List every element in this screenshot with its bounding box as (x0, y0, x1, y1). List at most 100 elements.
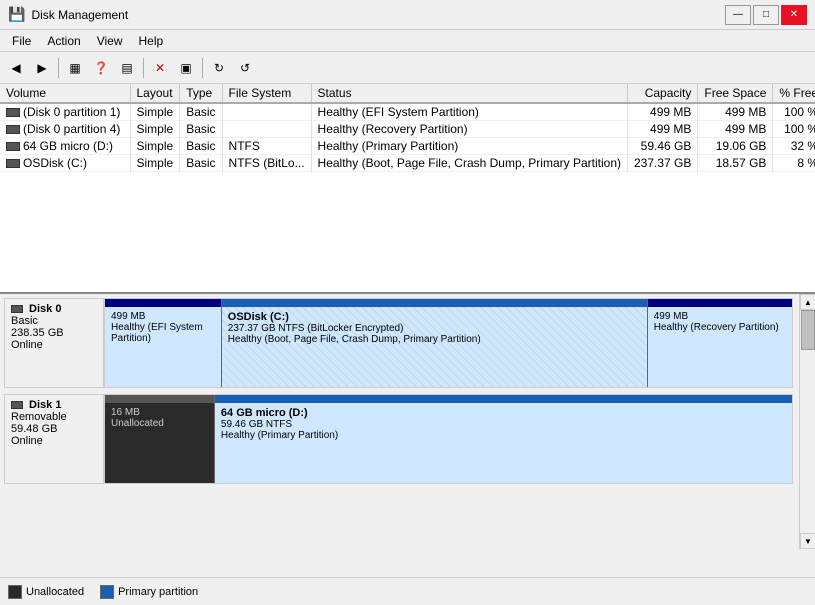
disk-size: 59.48 GB (11, 423, 97, 435)
partition-description: Healthy (Boot, Page File, Crash Dump, Pr… (228, 334, 641, 345)
disk-name: Disk 0 (11, 303, 97, 315)
cell-freespace: 499 MB (698, 103, 773, 121)
format-button[interactable]: ▣ (174, 56, 198, 80)
cell-status: Healthy (Recovery Partition) (311, 121, 627, 138)
table-header-row: Volume Layout Type File System Status Ca… (0, 84, 815, 103)
disk-name: Disk 1 (11, 399, 97, 411)
rescan-button[interactable]: ↺ (233, 56, 257, 80)
table-row[interactable]: (Disk 0 partition 1) Simple Basic Health… (0, 103, 815, 121)
legend-primary-label: Primary partition (118, 586, 198, 598)
cell-percentfree: 32 % (773, 138, 815, 155)
scroll-thumb[interactable] (801, 310, 815, 350)
cell-layout: Simple (130, 121, 180, 138)
table-row[interactable]: 64 GB micro (D:) Simple Basic NTFS Healt… (0, 138, 815, 155)
disk-status: Online (11, 435, 97, 447)
partition-1-0[interactable]: 16 MBUnallocated (105, 395, 215, 483)
cell-freespace: 499 MB (698, 121, 773, 138)
help-button[interactable]: ❓ (89, 56, 113, 80)
volume-table-area[interactable]: Volume Layout Type File System Status Ca… (0, 84, 815, 294)
cell-capacity: 499 MB (628, 121, 698, 138)
delete-button[interactable]: ✕ (148, 56, 172, 80)
disk-partitions-1: 16 MBUnallocated64 GB micro (D:)59.46 GB… (104, 394, 793, 484)
partition-description: Healthy (EFI System Partition) (111, 322, 215, 344)
partition-description: Healthy (Primary Partition) (221, 430, 786, 441)
partition-header-bar (222, 299, 647, 307)
partition-0-0[interactable]: 499 MBHealthy (EFI System Partition) (105, 299, 222, 387)
scroll-up-button[interactable]: ▲ (800, 294, 815, 310)
forward-button[interactable]: ▶ (30, 56, 54, 80)
disk-label-1: Disk 1 Removable 59.48 GB Online (4, 394, 104, 484)
cell-status: Healthy (Boot, Page File, Crash Dump, Pr… (311, 155, 627, 172)
partition-1-1[interactable]: 64 GB micro (D:)59.46 GB NTFSHealthy (Pr… (215, 395, 792, 483)
col-header-percentfree[interactable]: % Free (773, 84, 815, 103)
minimize-button[interactable]: — (725, 5, 751, 25)
cell-layout: Simple (130, 103, 180, 121)
partition-header-bar (105, 299, 221, 307)
legend-unallocated-box (8, 585, 22, 599)
maximize-button[interactable]: □ (753, 5, 779, 25)
cell-percentfree: 100 % (773, 103, 815, 121)
menu-action[interactable]: Action (39, 32, 88, 50)
partition-0-1[interactable]: OSDisk (C:)237.37 GB NTFS (BitLocker Enc… (222, 299, 648, 387)
close-button[interactable]: ✕ (781, 5, 807, 25)
scrollbar-track: ▲ ▼ (799, 294, 815, 549)
cell-type: Basic (180, 155, 222, 172)
col-header-layout[interactable]: Layout (130, 84, 180, 103)
app-icon: 💾 (8, 6, 25, 23)
col-header-freespace[interactable]: Free Space (698, 84, 773, 103)
col-header-capacity[interactable]: Capacity (628, 84, 698, 103)
cell-type: Basic (180, 103, 222, 121)
cell-volume: (Disk 0 partition 4) (0, 121, 130, 138)
partition-description: Healthy (Recovery Partition) (654, 322, 786, 333)
legend-primary: Primary partition (100, 585, 198, 599)
properties-button[interactable]: ▤ (115, 56, 139, 80)
partition-header-bar (105, 395, 214, 403)
partition-size: 59.46 GB NTFS (221, 419, 786, 430)
cell-filesystem: NTFS (222, 138, 311, 155)
grid-button[interactable]: ▦ (63, 56, 87, 80)
cell-filesystem: NTFS (BitLo... (222, 155, 311, 172)
cell-percentfree: 8 % (773, 155, 815, 172)
partition-label: 64 GB micro (D:) (221, 407, 786, 419)
disk-type: Basic (11, 315, 97, 327)
cell-capacity: 237.37 GB (628, 155, 698, 172)
menu-file[interactable]: File (4, 32, 39, 50)
cell-status: Healthy (Primary Partition) (311, 138, 627, 155)
cell-filesystem (222, 103, 311, 121)
disk-status: Online (11, 339, 97, 351)
cell-capacity: 59.46 GB (628, 138, 698, 155)
cell-layout: Simple (130, 138, 180, 155)
disk-map-area: ▲ ▼ Disk 0 Basic 238.35 GB Online 499 MB… (0, 294, 815, 577)
col-header-type[interactable]: Type (180, 84, 222, 103)
cell-percentfree: 100 % (773, 121, 815, 138)
scroll-down-button[interactable]: ▼ (800, 533, 815, 549)
window-title: Disk Management (31, 8, 725, 22)
volume-table: Volume Layout Type File System Status Ca… (0, 84, 815, 172)
legend-unallocated-label: Unallocated (26, 586, 84, 598)
legend-primary-box (100, 585, 114, 599)
refresh-button[interactable]: ↻ (207, 56, 231, 80)
cell-layout: Simple (130, 155, 180, 172)
legend-bar: Unallocated Primary partition (0, 577, 815, 605)
menu-view[interactable]: View (89, 32, 131, 50)
disk-partitions-0: 499 MBHealthy (EFI System Partition)OSDi… (104, 298, 793, 388)
separator-3 (202, 58, 203, 78)
table-row[interactable]: (Disk 0 partition 4) Simple Basic Health… (0, 121, 815, 138)
toolbar: ◀ ▶ ▦ ❓ ▤ ✕ ▣ ↻ ↺ (0, 52, 815, 84)
cell-type: Basic (180, 121, 222, 138)
cell-volume: 64 GB micro (D:) (0, 138, 130, 155)
table-row[interactable]: OSDisk (C:) Simple Basic NTFS (BitLo... … (0, 155, 815, 172)
back-button[interactable]: ◀ (4, 56, 28, 80)
cell-volume: OSDisk (C:) (0, 155, 130, 172)
cell-freespace: 19.06 GB (698, 138, 773, 155)
partition-0-2[interactable]: 499 MBHealthy (Recovery Partition) (648, 299, 792, 387)
col-header-volume[interactable]: Volume (0, 84, 130, 103)
cell-freespace: 18.57 GB (698, 155, 773, 172)
partition-size: 237.37 GB NTFS (BitLocker Encrypted) (228, 323, 641, 334)
partition-size: 499 MB (654, 311, 786, 322)
col-header-status[interactable]: Status (311, 84, 627, 103)
menu-help[interactable]: Help (131, 32, 172, 50)
cell-volume: (Disk 0 partition 1) (0, 103, 130, 121)
col-header-filesystem[interactable]: File System (222, 84, 311, 103)
separator-2 (143, 58, 144, 78)
